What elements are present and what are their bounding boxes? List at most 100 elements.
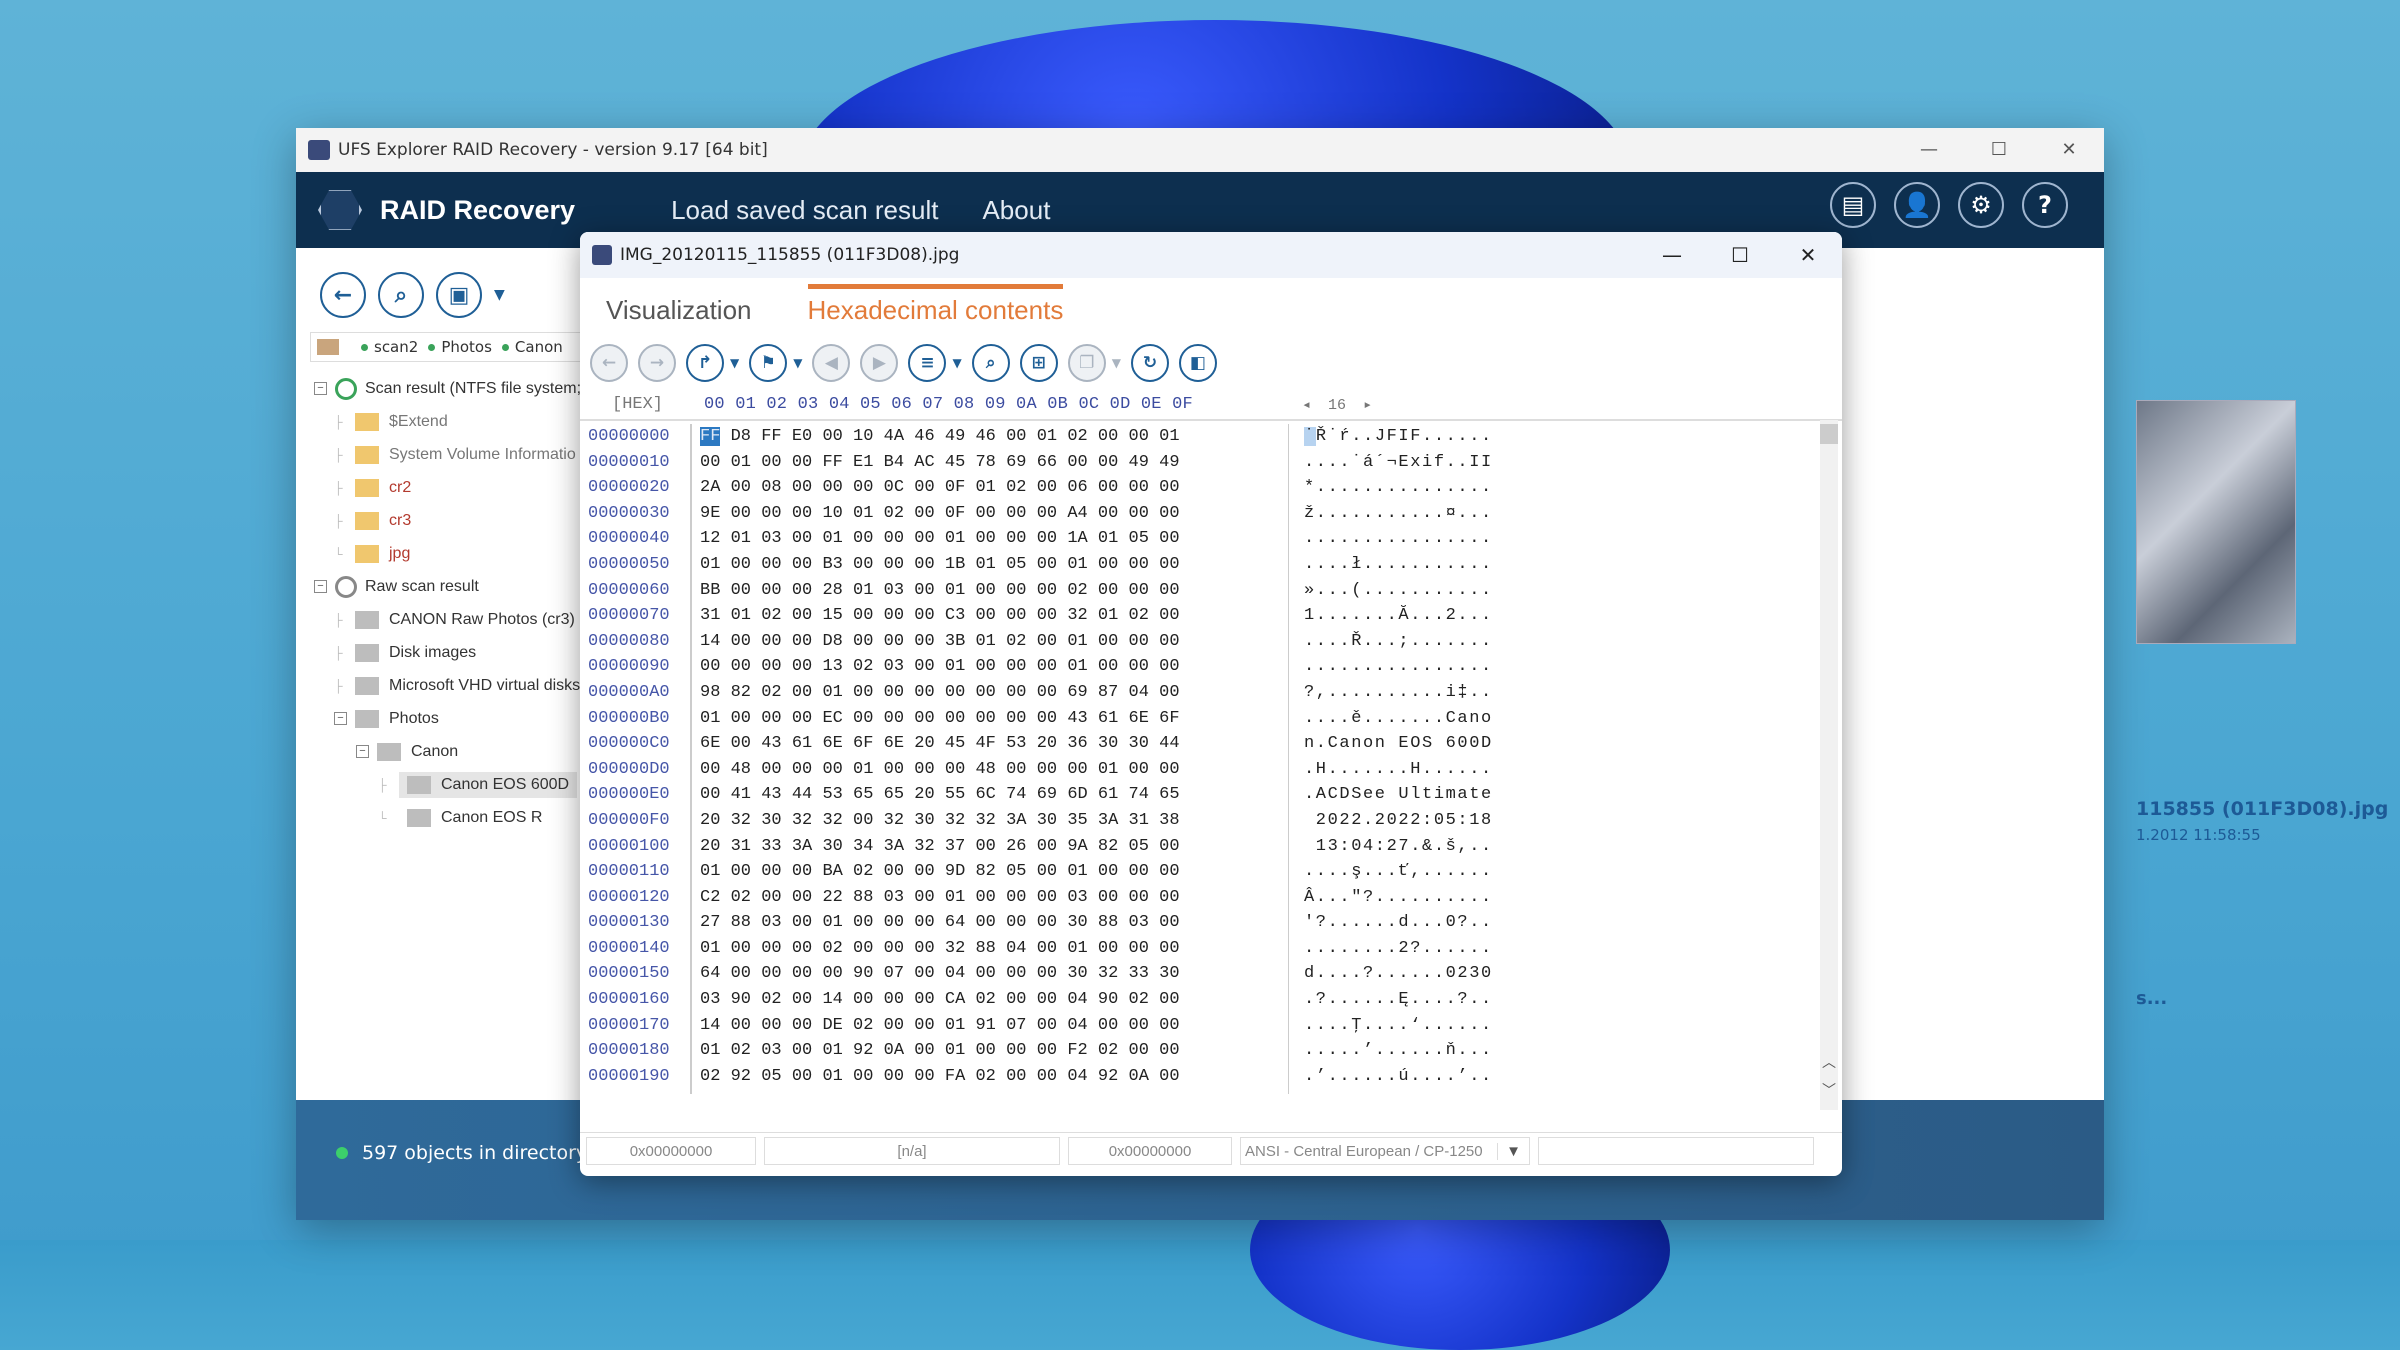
hex-byte[interactable]: 00 — [761, 504, 781, 523]
hex-byte[interactable]: 3A — [1098, 811, 1118, 830]
hex-byte[interactable]: 00 — [1159, 504, 1179, 523]
hex-byte[interactable]: 00 — [1159, 939, 1179, 958]
hex-byte[interactable]: 02 — [975, 1067, 995, 1086]
hex-byte[interactable]: 61 — [1098, 785, 1118, 804]
hex-byte[interactable]: 6E — [700, 734, 720, 753]
hex-byte[interactable]: 00 — [731, 734, 751, 753]
hex-row[interactable]: BB 00 00 00 28 01 03 00 01 00 00 00 02 0… — [700, 578, 1180, 604]
hex-byte[interactable]: 00 — [731, 709, 751, 728]
hex-byte[interactable]: 00 — [761, 453, 781, 472]
hex-byte[interactable]: 00 — [1098, 888, 1118, 907]
hex-byte[interactable]: 01 — [975, 478, 995, 497]
hex-byte[interactable]: 03 — [761, 1041, 781, 1060]
hex-byte[interactable]: 00 — [914, 581, 934, 600]
hex-byte[interactable]: 69 — [1037, 785, 1057, 804]
tree-node[interactable]: ├ Disk images — [296, 636, 586, 669]
goto-icon[interactable]: ↱ — [686, 344, 724, 382]
hex-byte[interactable]: 00 — [761, 760, 781, 779]
hex-byte[interactable]: 90 — [731, 990, 751, 1009]
hex-byte[interactable]: 82 — [1098, 837, 1118, 856]
hex-byte[interactable]: 6F — [1159, 709, 1179, 728]
hex-byte[interactable]: 00 — [1129, 504, 1149, 523]
hex-byte[interactable]: 00 — [914, 913, 934, 932]
hex-byte[interactable]: 00 — [914, 606, 934, 625]
vertical-scrollbar[interactable]: ︿ ﹀ — [1820, 420, 1838, 1110]
grid-icon[interactable]: ⊞ — [1019, 344, 1058, 382]
hex-byte[interactable]: 78 — [975, 453, 995, 472]
hex-byte[interactable]: 00 — [792, 939, 812, 958]
hex-byte[interactable]: 00 — [1159, 581, 1179, 600]
hex-byte[interactable]: 30 — [1129, 734, 1149, 753]
hex-byte[interactable]: 01 — [945, 1041, 965, 1060]
hex-byte[interactable]: 01 — [731, 453, 751, 472]
hex-byte[interactable]: 03 — [700, 990, 720, 1009]
hex-byte[interactable]: 00 — [853, 529, 873, 548]
hex-byte[interactable]: 02 — [884, 504, 904, 523]
tree-node[interactable]: ├ CANON Raw Photos (cr3) — [296, 603, 586, 636]
hex-byte[interactable]: 91 — [975, 1016, 995, 1035]
hex-byte[interactable]: 00 — [1159, 683, 1179, 702]
hex-byte[interactable]: 00 — [731, 964, 751, 983]
hex-byte[interactable]: 00 — [792, 1041, 812, 1060]
hex-byte[interactable]: 00 — [914, 1067, 934, 1086]
hex-byte[interactable]: 00 — [1159, 529, 1179, 548]
hex-byte[interactable]: 01 — [700, 709, 720, 728]
hex-byte[interactable]: 30 — [822, 837, 842, 856]
hex-byte[interactable]: 00 — [1006, 760, 1026, 779]
hex-byte[interactable]: 20 — [914, 734, 934, 753]
ascii-row[interactable]: .’......ú....’.. — [1304, 1064, 1493, 1090]
hex-byte[interactable]: FF — [700, 427, 721, 446]
hex-byte[interactable]: 12 — [700, 529, 720, 548]
hex-byte[interactable]: 00 — [1129, 862, 1149, 881]
prev-bookmark-icon[interactable]: ◀ — [812, 344, 851, 382]
hex-byte[interactable]: 48 — [731, 760, 751, 779]
hex-byte[interactable]: D8 — [731, 427, 751, 446]
hex-byte[interactable]: 00 — [1098, 1016, 1118, 1035]
ascii-row[interactable]: 1.......Ă...2... — [1304, 603, 1493, 629]
hex-byte[interactable]: 00 — [853, 709, 873, 728]
hex-byte[interactable]: 00 — [761, 862, 781, 881]
refresh-icon[interactable]: ↻ — [1130, 344, 1169, 382]
hex-byte[interactable]: 13 — [822, 657, 842, 676]
hex-byte[interactable]: 00 — [853, 632, 873, 651]
hex-byte[interactable]: 00 — [731, 939, 751, 958]
tree-node[interactable]: ├ System Volume Informatio — [296, 438, 586, 471]
ascii-row[interactable]: n.Canon EOS 600D — [1304, 731, 1493, 757]
hex-row[interactable]: 2A 00 08 00 00 00 0C 00 0F 01 02 00 06 0… — [700, 475, 1180, 501]
hex-byte[interactable]: D8 — [822, 632, 842, 651]
hex-byte[interactable]: 3B — [945, 632, 965, 651]
hex-byte[interactable]: 00 — [975, 964, 995, 983]
dialog-maximize-button[interactable]: ☐ — [1706, 232, 1774, 278]
hex-byte[interactable]: 30 — [1067, 964, 1087, 983]
hex-byte[interactable]: 01 — [975, 555, 995, 574]
hex-byte[interactable]: 00 — [1129, 478, 1149, 497]
hex-byte[interactable]: 4A — [884, 427, 904, 446]
gear-icon[interactable]: ⚙ — [1958, 182, 2004, 228]
hex-byte[interactable]: 30 — [1159, 964, 1179, 983]
hex-byte[interactable]: 00 — [761, 939, 781, 958]
hex-byte[interactable]: 00 — [914, 529, 934, 548]
hex-byte[interactable]: 32 — [884, 811, 904, 830]
hex-byte[interactable]: 00 — [1037, 862, 1057, 881]
hex-byte[interactable]: 02 — [700, 1067, 720, 1086]
hex-byte[interactable]: 00 — [975, 529, 995, 548]
hex-byte[interactable]: 20 — [1037, 734, 1057, 753]
hex-byte[interactable]: 00 — [914, 1041, 934, 1060]
hex-byte[interactable]: 69 — [1006, 453, 1026, 472]
hex-byte[interactable]: 00 — [1006, 1067, 1026, 1086]
hex-byte[interactable]: 00 — [792, 555, 812, 574]
hex-byte[interactable]: 02 — [761, 990, 781, 1009]
hex-byte[interactable]: 00 — [975, 504, 995, 523]
hex-byte[interactable]: 14 — [822, 990, 842, 1009]
hex-byte[interactable]: 30 — [761, 811, 781, 830]
hex-byte[interactable]: 00 — [731, 555, 751, 574]
hex-byte[interactable]: 00 — [914, 683, 934, 702]
hex-byte[interactable]: 00 — [1006, 581, 1026, 600]
dialog-close-button[interactable]: ✕ — [1774, 232, 1842, 278]
hex-byte[interactable]: 00 — [761, 1016, 781, 1035]
hex-byte[interactable]: 00 — [853, 606, 873, 625]
collapse-icon[interactable]: − — [314, 382, 327, 395]
back-icon[interactable]: ← — [590, 344, 628, 382]
hex-byte[interactable]: 00 — [945, 683, 965, 702]
hex-byte[interactable]: 00 — [792, 990, 812, 1009]
